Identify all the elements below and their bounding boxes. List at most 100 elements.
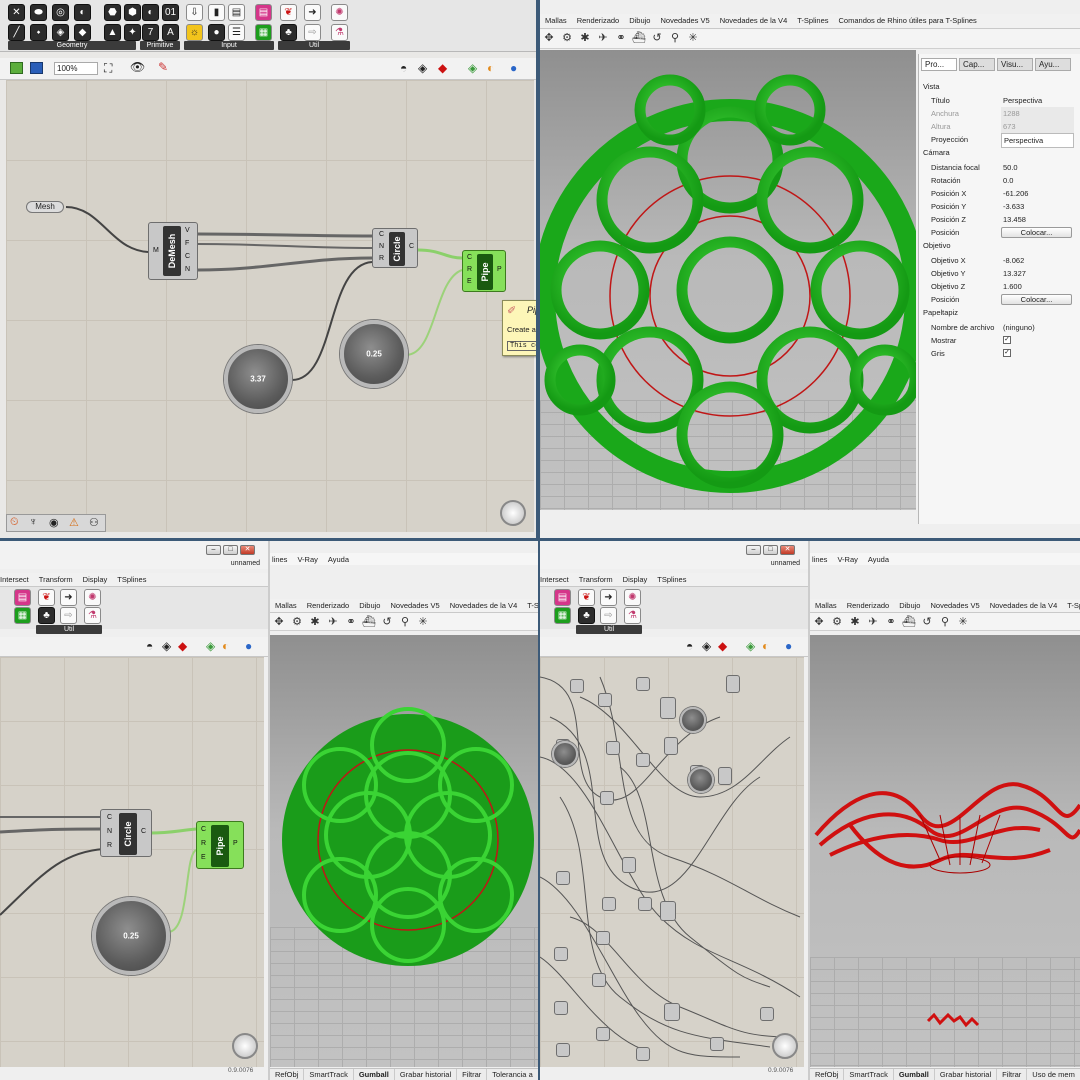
transform-icon[interactable]: ✥: [542, 31, 556, 45]
boolean-param-icon[interactable]: ◐: [142, 4, 159, 21]
navigation-dial[interactable]: [500, 500, 526, 526]
globe-icon[interactable]: ●: [245, 639, 252, 653]
status-smarttrack[interactable]: SmartTrack: [304, 1069, 354, 1080]
menu-display[interactable]: Display: [618, 573, 653, 587]
menu-ayuda[interactable]: Ayuda: [323, 553, 354, 567]
flask-icon[interactable]: ⚗: [84, 607, 101, 624]
transform-icon[interactable]: ✥: [272, 615, 286, 629]
row-posicion-x[interactable]: Posición X -61.206: [925, 187, 1074, 200]
record-icon[interactable]: ◉: [49, 516, 59, 529]
graph-node[interactable]: [622, 857, 636, 873]
atom-icon[interactable]: ✺: [624, 589, 641, 606]
button-input-icon[interactable]: ▤: [228, 4, 245, 21]
slider-icon[interactable]: ⇩: [186, 4, 203, 21]
graph-node[interactable]: [598, 693, 612, 707]
wireframe-icon[interactable]: ◈: [418, 61, 427, 75]
shaded-preview-icon[interactable]: ◆: [718, 639, 727, 653]
star-icon[interactable]: ✱: [308, 615, 322, 629]
row-posicion-y[interactable]: Posición Y -3.633: [925, 200, 1074, 213]
menu-dibujo[interactable]: Dibujo: [354, 599, 385, 613]
br-perspective-viewport[interactable]: [810, 635, 1080, 1067]
boat-icon[interactable]: ⛴: [362, 615, 376, 629]
graph-node[interactable]: [664, 1003, 680, 1021]
menu-mallas[interactable]: Mallas: [810, 599, 842, 613]
dial-icon[interactable]: ●: [208, 24, 225, 41]
color-wheel-icon[interactable]: ◐: [222, 639, 229, 653]
arrow-right-icon[interactable]: ➜: [304, 4, 321, 21]
graph-node[interactable]: [660, 901, 676, 921]
menu-novedades-v5[interactable]: Novedades V5: [655, 14, 714, 28]
menu-dibujo[interactable]: Dibujo: [894, 599, 925, 613]
gradient-icon[interactable]: ▤: [255, 4, 272, 21]
menu-vray[interactable]: V-Ray: [292, 553, 322, 567]
radius-knob-a[interactable]: 3.37: [224, 345, 292, 413]
menu-vray[interactable]: V-Ray: [832, 553, 862, 567]
person-icon[interactable]: ⚇: [89, 516, 99, 529]
status-uso-memoria[interactable]: Uso de mem: [1027, 1069, 1080, 1080]
status-refobj[interactable]: RefObj: [810, 1069, 845, 1080]
tab-help[interactable]: Ayu...: [1035, 58, 1071, 71]
gradient-icon[interactable]: ▤: [554, 589, 571, 606]
curve-param-icon[interactable]: ⬣: [104, 4, 121, 21]
tab-properties[interactable]: Pro...: [921, 58, 957, 71]
array-icon[interactable]: ⚙: [560, 31, 574, 45]
tree-icon[interactable]: ♣: [280, 24, 297, 41]
flask-icon[interactable]: ⚗: [331, 24, 348, 41]
graph-node[interactable]: [718, 767, 732, 785]
row-rotacion[interactable]: Rotación 0.0: [925, 174, 1074, 187]
bl-circle-component[interactable]: C N R Circle C: [100, 809, 152, 857]
br-navigation-dial[interactable]: [772, 1033, 798, 1059]
boat-icon[interactable]: ⛴: [632, 31, 646, 45]
cherry-icon[interactable]: ❦: [38, 589, 55, 606]
graph-node[interactable]: [760, 1007, 774, 1021]
walk-icon[interactable]: ⚲: [668, 31, 682, 45]
sketch-pen-icon[interactable]: ✎: [158, 60, 168, 74]
graph-node[interactable]: [596, 931, 610, 945]
graph-node[interactable]: [556, 1043, 570, 1057]
tab-geometry[interactable]: Geometry: [8, 41, 136, 50]
tab-util[interactable]: Util: [278, 41, 350, 50]
image-sampler-icon[interactable]: ▦: [554, 607, 571, 624]
menu-novedades-v4[interactable]: Novedades de la V4: [715, 14, 793, 28]
menu-mallas[interactable]: Mallas: [270, 599, 302, 613]
pipe-component[interactable]: C R E Pipe P: [462, 250, 506, 292]
globe-icon[interactable]: ●: [785, 639, 792, 653]
bl-radius-knob[interactable]: 0.25: [92, 897, 170, 975]
undo-icon[interactable]: ↺: [650, 31, 664, 45]
bake-icon[interactable]: ◈: [206, 639, 215, 653]
tree-icon[interactable]: ♣: [578, 607, 595, 624]
graph-knob[interactable]: [680, 707, 706, 733]
bake-icon[interactable]: ◈: [468, 61, 477, 75]
preview-mode-icon[interactable]: ◓: [146, 639, 153, 653]
point-icon[interactable]: ✕: [8, 4, 25, 21]
plane-param-icon[interactable]: ⬩: [30, 24, 47, 41]
minimize-icon[interactable]: –: [206, 545, 221, 555]
menu-novedades-v5[interactable]: Novedades V5: [925, 599, 984, 613]
menu-tsplines[interactable]: TSplines: [652, 573, 691, 587]
tab-util-label[interactable]: Util: [576, 625, 642, 634]
row-objetivo-x[interactable]: Objetivo X -8.062: [925, 254, 1074, 267]
menu-transform[interactable]: Transform: [34, 573, 78, 587]
bl-pipe-component[interactable]: C R E Pipe P: [196, 821, 244, 869]
perspective-viewport[interactable]: [540, 50, 916, 510]
menu-novedades-v4[interactable]: Novedades de la V4: [445, 599, 523, 613]
zoom-level[interactable]: 100%: [54, 62, 98, 75]
maximize-icon[interactable]: □: [223, 545, 238, 555]
toggle-icon[interactable]: ▮: [208, 4, 225, 21]
plane-tool-icon[interactable]: ✈: [866, 615, 880, 629]
mesh-param-icon[interactable]: ▲: [104, 24, 121, 41]
status-tolerancia[interactable]: Tolerancia a: [487, 1069, 538, 1080]
maximize-icon[interactable]: □: [763, 545, 778, 555]
menu-intersect[interactable]: Intersect: [540, 573, 574, 587]
timer-icon[interactable]: ⏲: [10, 516, 19, 529]
arrow-outline-icon[interactable]: ⇨: [304, 24, 321, 41]
transform-icon[interactable]: ✥: [812, 615, 826, 629]
panel-icon[interactable]: ☼: [186, 24, 203, 41]
circle-param-icon[interactable]: ◎: [52, 4, 69, 21]
fish-icon[interactable]: ⚭: [344, 615, 358, 629]
walk-icon[interactable]: ⚲: [398, 615, 412, 629]
graph-node[interactable]: [638, 897, 652, 911]
circle-component[interactable]: C N R Circle C: [372, 228, 418, 268]
status-smarttrack[interactable]: SmartTrack: [844, 1069, 894, 1080]
shaded-preview-icon[interactable]: ◆: [438, 61, 447, 75]
